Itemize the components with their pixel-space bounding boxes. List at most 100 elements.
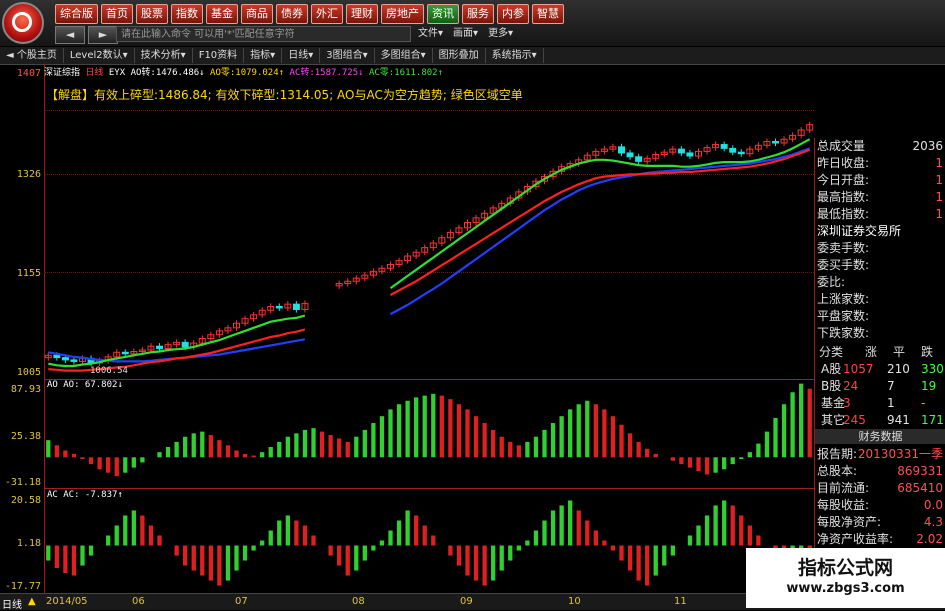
category-cell: 1057 <box>843 362 874 376</box>
category-header-cell: 涨 <box>865 345 878 359</box>
ma-green-line <box>48 138 811 368</box>
toolbar-item[interactable]: F10资料 <box>193 48 245 63</box>
menu-button[interactable]: 基金 <box>206 4 238 24</box>
category-row: A股 1057 210 330 <box>817 361 945 378</box>
right-menu: 文件▾ 画面▾ 更多▾ <box>418 26 513 42</box>
ytick: 20.58 <box>10 495 41 506</box>
ytick: 1407 <box>16 68 41 79</box>
menu-button[interactable]: 资讯 <box>427 4 459 24</box>
ao-zero-label: AO零: <box>210 68 236 78</box>
date-tick: 2014/05 <box>46 596 88 607</box>
ytick: 25.38 <box>10 431 41 442</box>
low-marker: 1006.54 <box>90 366 128 376</box>
ac-turn-value: 1587.725↓ <box>314 68 364 78</box>
menu-button[interactable]: 内参 <box>497 4 529 24</box>
forward-button[interactable]: ► <box>88 26 118 44</box>
menu-button[interactable]: 理财 <box>346 4 378 24</box>
right-menu-item[interactable]: 更多▾ <box>488 26 513 42</box>
quote-row: 今日开盘: 1 <box>817 172 945 189</box>
toolbar-item[interactable]: 技术分析▾ <box>135 48 193 63</box>
menu-button[interactable]: 房地产 <box>381 4 424 24</box>
ac-zero-value: 1611.802↑ <box>394 68 444 78</box>
candle-body <box>292 303 300 311</box>
category-cell: 7 <box>887 379 895 393</box>
toolbar-item[interactable]: ◄ 个股主页 <box>0 48 64 63</box>
category-header-cell: 平 <box>893 345 906 359</box>
quote-row: 上涨家数: <box>817 291 945 308</box>
watermark-title: 指标公式网 <box>797 557 893 579</box>
quote-label: 深圳证券交易所 <box>817 224 902 238</box>
menu-button[interactable]: 服务 <box>462 4 494 24</box>
category-cell: 基金 <box>821 396 846 410</box>
ao-turn-value: 1476.486↓ <box>155 68 205 78</box>
toolbar-item[interactable]: Level2数认▾ <box>64 48 135 63</box>
date-tick: 06 <box>132 596 145 607</box>
ytick: 1326 <box>16 169 41 180</box>
toolbar-item[interactable]: 日线▾ <box>282 48 321 63</box>
indicator-name: EYX <box>108 68 126 78</box>
menu-button[interactable]: 指数 <box>171 4 203 24</box>
ao-panel-label: AO AO: 67.802↓ <box>47 380 123 390</box>
quote-label: 每股收益: <box>817 498 870 512</box>
quote-value: 869331 <box>897 464 943 478</box>
logo-ring-icon <box>12 12 32 32</box>
quote-label: 报告期: <box>817 447 858 461</box>
quote-value: 1 <box>935 173 943 187</box>
watermark-url: www.zbgs3.com <box>786 581 905 596</box>
kline-chart[interactable] <box>44 64 814 593</box>
menu-button[interactable]: 债券 <box>276 4 308 24</box>
ma-blue-line <box>48 147 811 363</box>
toolbar-item[interactable]: 多图组合▾ <box>375 48 433 63</box>
quote-value: 1 <box>935 156 943 170</box>
quote-row: 最低指数: 1 <box>817 206 945 223</box>
candle-body <box>156 345 163 349</box>
menu-button[interactable]: 外汇 <box>311 4 343 24</box>
quote-label: 下跌家数: <box>817 326 870 340</box>
quote-row: 最高指数: 1 <box>817 189 945 206</box>
ao-turn-label: AO转: <box>130 68 156 78</box>
category-cell: 其它 <box>821 413 846 427</box>
ytick: -17.77 <box>4 581 41 592</box>
analysis-verdict: 【解盘】有效上碎型:1486.84; 有效下碎型:1314.05; AO与AC为… <box>46 88 523 102</box>
menu-button[interactable]: 商品 <box>241 4 273 24</box>
ytick: 1155 <box>16 268 41 279</box>
ytick: 1.18 <box>16 538 41 549</box>
menu-button[interactable]: 股票 <box>136 4 168 24</box>
candle-body <box>626 152 634 158</box>
candle-body <box>618 146 625 154</box>
quote-row: 下跌家数: <box>817 325 945 342</box>
quote-value: 2.02 <box>916 532 943 546</box>
toolbar-item[interactable]: 3图组合▾ <box>320 48 375 63</box>
quote-label: 平盘家数: <box>817 309 870 323</box>
category-cell: B股 <box>821 379 842 393</box>
candle-body <box>635 156 643 162</box>
quote-label: 总成交量 <box>817 139 866 153</box>
category-header-cell: 跌 <box>921 345 934 359</box>
toolbar-item[interactable]: 图形叠加 <box>433 48 486 63</box>
right-menu-item[interactable]: 画面▾ <box>453 26 478 42</box>
category-row: 基金 3 1 - <box>817 395 945 412</box>
command-input[interactable]: 请在此输入命令 可以用'*'匹配任意字符 <box>116 26 411 42</box>
category-row: B股 24 7 19 <box>817 378 945 395</box>
category-cell: 941 <box>887 413 910 427</box>
quote-row: 平盘家数: <box>817 308 945 325</box>
toolbar-item[interactable]: 系统指示▾ <box>486 48 544 63</box>
candle-body <box>686 152 694 157</box>
menu-button[interactable]: 智慧 <box>532 4 564 24</box>
quote-row: 报告期: 20130331一季 <box>817 446 945 463</box>
right-menu-item[interactable]: 文件▾ <box>418 26 443 42</box>
menu-button[interactable]: 首页 <box>101 4 133 24</box>
quote-row: 委比: <box>817 274 945 291</box>
ytick: 1005 <box>16 367 41 378</box>
quote-label: 上涨家数: <box>817 292 870 306</box>
back-button[interactable]: ◄ <box>55 26 85 44</box>
quote-label: 每股净资产: <box>817 515 882 529</box>
quote-row: 目前流通: 685410 <box>817 480 945 497</box>
quote-label: 总股本: <box>817 464 858 478</box>
quote-row: 委卖手数: <box>817 240 945 257</box>
menu-button[interactable]: 综合版 <box>55 4 98 24</box>
quote-label: 最低指数: <box>817 207 870 221</box>
main-menu: 综合版 首页 股票 指数 基金 商品 债券 外汇 理财 房地产 资讯 服务 内参 智慧 <box>55 4 564 24</box>
candle-body <box>53 354 61 359</box>
toolbar-item[interactable]: 指标▾ <box>244 48 283 63</box>
